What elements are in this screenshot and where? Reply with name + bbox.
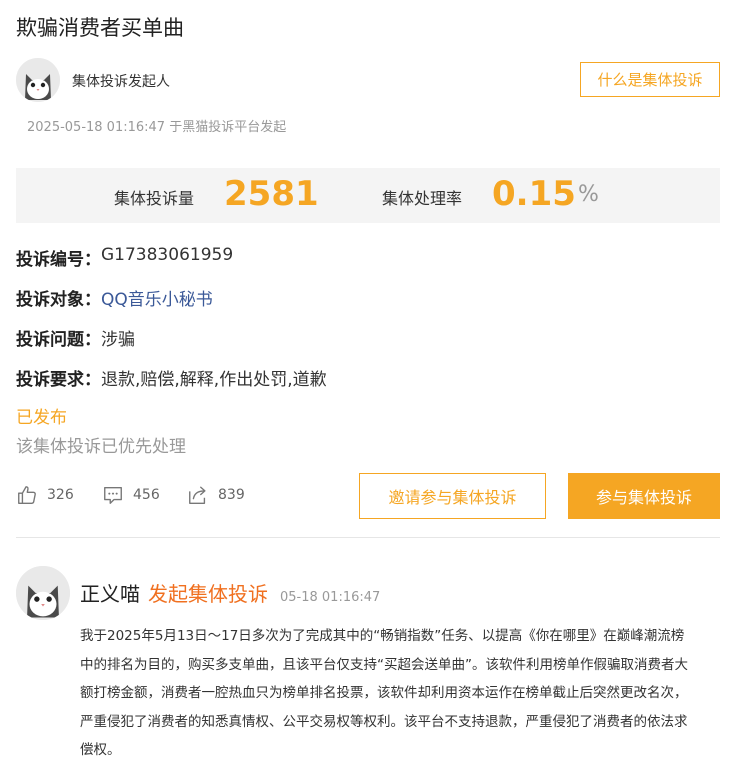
complaint-count-label: 集体投诉量	[114, 189, 195, 208]
section-divider	[16, 537, 720, 538]
comment-action-label: 发起集体投诉	[148, 582, 268, 606]
handling-rate-label: 集体处理率	[382, 189, 463, 208]
stats-panel: 集体投诉量 2581 集体处理率 0.15 %	[16, 168, 720, 223]
status-priority: 该集体投诉已优先处理	[16, 437, 186, 457]
like-count: 326	[47, 487, 74, 503]
commenter-name[interactable]: 正义喵	[80, 578, 140, 607]
detail-key: 投诉编号：	[16, 250, 101, 270]
handling-rate-unit: %	[578, 182, 599, 207]
complaint-count-value: 2581	[224, 174, 319, 214]
detail-key: 投诉对象：	[16, 290, 101, 310]
cat-avatar-icon	[16, 58, 60, 102]
comment-time: 05-18 01:16:47	[280, 590, 381, 605]
cat-avatar-icon	[16, 566, 70, 620]
share-icon	[189, 486, 206, 504]
comment-action[interactable]: 456	[102, 484, 160, 506]
detail-value: G17383061959	[101, 245, 234, 265]
detail-value: 涉骗	[101, 330, 135, 350]
share-action[interactable]: 839	[187, 484, 245, 506]
detail-row-number: 投诉编号： G17383061959	[16, 245, 233, 270]
initiator-label: 集体投诉发起人	[72, 74, 170, 90]
detail-key: 投诉要求：	[16, 370, 101, 390]
join-button[interactable]: 参与集体投诉	[568, 473, 720, 519]
comment-count: 456	[133, 487, 160, 503]
initiation-meta: 2025-05-18 01:16:47 于黑猫投诉平台发起	[27, 120, 287, 135]
thumbs-up-icon	[18, 486, 36, 504]
complaint-target-link[interactable]: QQ音乐小秘书	[101, 285, 213, 310]
what-is-collective-complaint-button[interactable]: 什么是集体投诉	[580, 62, 720, 97]
comment-header: 正义喵 发起集体投诉 05-18 01:16:47	[80, 578, 380, 607]
invite-button[interactable]: 邀请参与集体投诉	[359, 473, 546, 519]
comment-icon	[104, 486, 122, 504]
comment-body: 我于2025年5月13日～17日多次为了完成其中的“畅销指数”任务、以提高《你在…	[80, 628, 688, 758]
detail-key: 投诉问题：	[16, 330, 101, 350]
share-count: 839	[218, 487, 245, 503]
handling-rate-value: 0.15	[492, 174, 576, 214]
commenter-avatar[interactable]	[16, 566, 70, 620]
like-action[interactable]: 326	[16, 484, 74, 506]
status-published: 已发布	[16, 408, 67, 428]
detail-row-issue: 投诉问题： 涉骗	[16, 325, 135, 350]
page-title: 欺骗消费者买单曲	[16, 16, 184, 40]
initiator-avatar[interactable]	[16, 58, 60, 102]
detail-row-target: 投诉对象： QQ音乐小秘书	[16, 285, 213, 310]
detail-value: 退款,赔偿,解释,作出处罚,道歉	[101, 370, 327, 390]
detail-row-demands: 投诉要求： 退款,赔偿,解释,作出处罚,道歉	[16, 365, 327, 390]
